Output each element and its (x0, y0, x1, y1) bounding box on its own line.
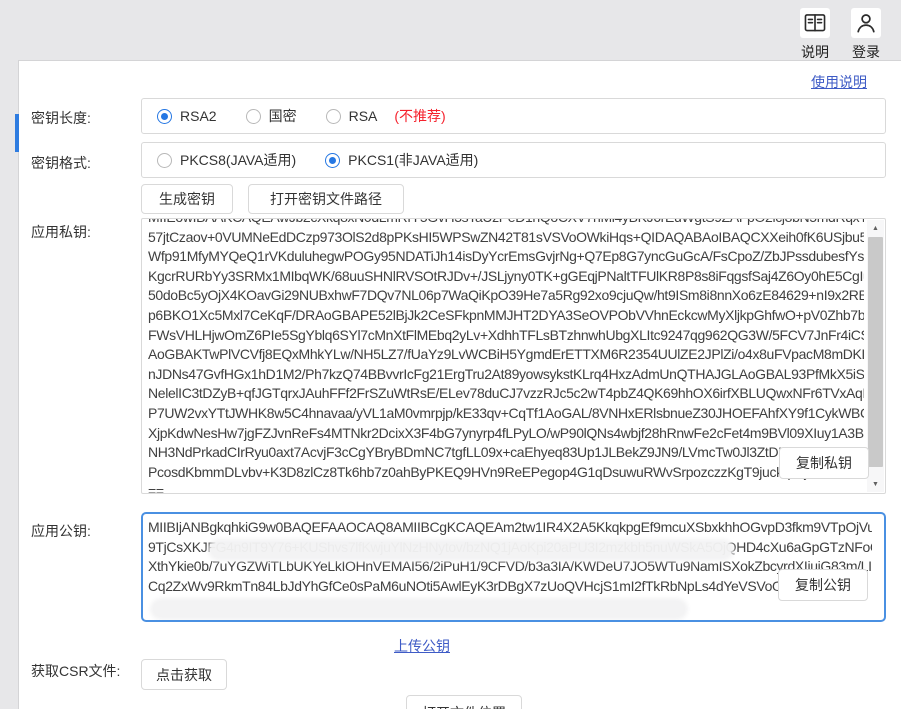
book-icon (800, 8, 830, 38)
radio-pkcs8[interactable]: PKCS8(JAVA适用) (157, 150, 296, 170)
public-key-label: 应用公钥: (31, 521, 91, 541)
radio-selected-icon (325, 153, 340, 168)
copy-public-key-button[interactable]: 复制公钥 (778, 569, 868, 601)
not-recommended-warning: (不推荐) (394, 106, 445, 126)
radio-icon (326, 109, 341, 124)
scroll-up-icon[interactable]: ▲ (867, 220, 884, 236)
generate-key-button[interactable]: 生成密钥 (141, 184, 233, 214)
key-length-label: 密钥长度: (31, 108, 91, 128)
key-format-label: 密钥格式: (31, 153, 91, 173)
key-length-group: RSA2 国密 RSA (不推荐) (141, 98, 886, 134)
main-panel: 使用说明 密钥长度: RSA2 国密 RSA (不推荐) 密钥格式: PKCS8… (18, 60, 901, 709)
radio-rsa[interactable]: RSA (326, 108, 378, 124)
get-csr-button[interactable]: 点击获取 (141, 659, 227, 690)
radio-icon (157, 153, 172, 168)
radio-selected-icon (157, 109, 172, 124)
copy-private-key-button[interactable]: 复制私钥 (779, 447, 869, 479)
private-key-label: 应用私钥: (31, 222, 91, 242)
open-file-location-button[interactable]: 打开文件位置 (406, 695, 522, 709)
radio-rsa2[interactable]: RSA2 (157, 108, 217, 124)
redaction-overlay (211, 542, 731, 558)
public-key-textarea[interactable]: MIIBIjANBgkqhkiG9w0BAQEFAAOCAQ8AMIIBCgKC… (141, 512, 886, 622)
key-format-group: PKCS8(JAVA适用) PKCS1(非JAVA适用) (141, 142, 886, 178)
private-key-text: MIIEowIBAAKCAQEAwJb2cXkq8xN0dLmRfY5GvH3s… (148, 218, 864, 494)
sidebar-active-indicator (15, 114, 19, 152)
radio-icon (246, 109, 261, 124)
redaction-overlay (153, 601, 685, 617)
scroll-down-icon[interactable]: ▼ (867, 476, 884, 492)
login-label: 登录 (849, 42, 883, 62)
private-key-textarea[interactable]: MIIEowIBAAKCAQEAwJb2cXkq8xN0dLmRfY5GvH3s… (141, 218, 886, 494)
scrollbar-thumb[interactable] (868, 237, 883, 467)
help-label: 说明 (798, 42, 832, 62)
key-tool-page: 说明 登录 使用说明 密钥长度: RSA2 国密 RSA (0, 0, 901, 709)
csr-label: 获取CSR文件: (31, 661, 120, 681)
login-button[interactable]: 登录 (849, 8, 883, 62)
help-button[interactable]: 说明 (798, 8, 832, 62)
user-icon (851, 8, 881, 38)
usage-instructions-link[interactable]: 使用说明 (811, 72, 867, 92)
radio-pkcs1[interactable]: PKCS1(非JAVA适用) (325, 150, 478, 170)
radio-guomi[interactable]: 国密 (246, 106, 297, 126)
open-key-path-button[interactable]: 打开密钥文件路径 (248, 184, 404, 214)
upload-public-key-link[interactable]: 上传公钥 (394, 636, 450, 656)
scrollbar-track[interactable]: ▲ ▼ (867, 220, 884, 492)
